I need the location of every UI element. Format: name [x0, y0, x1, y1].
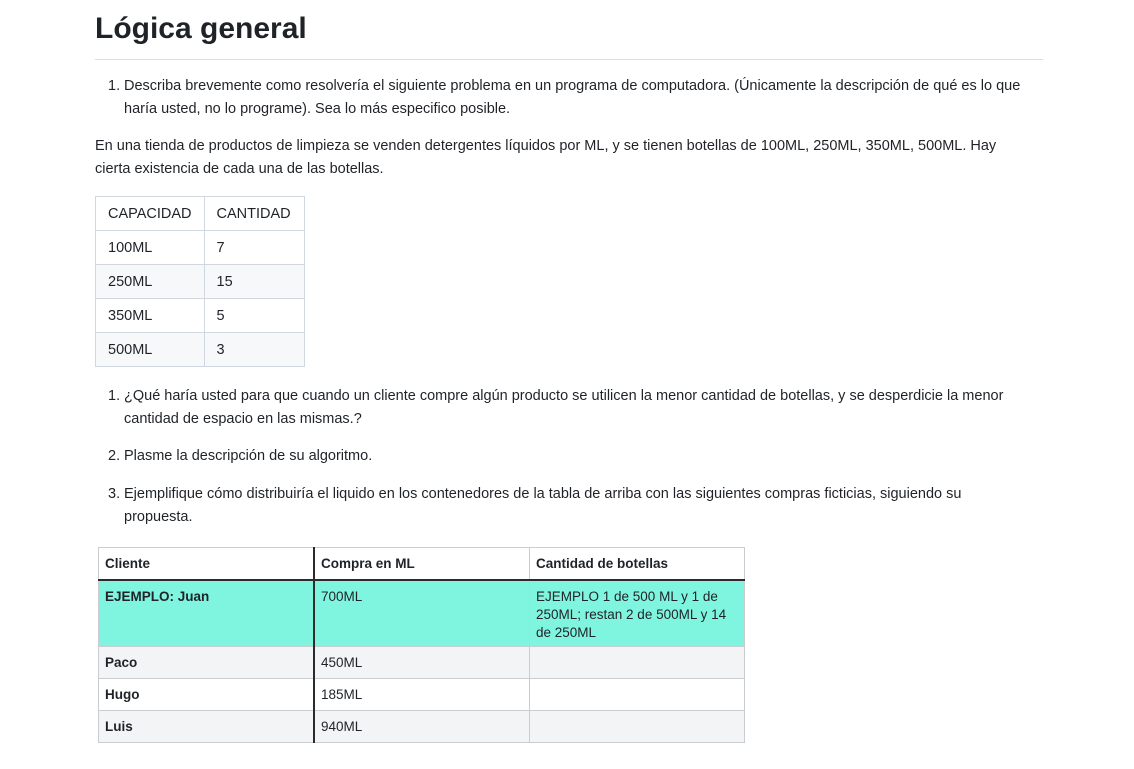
- stock-cell-capacity: 350ML: [95, 298, 205, 333]
- question-text: ¿Qué haría usted para que cuando un clie…: [124, 388, 1004, 427]
- title-divider: [95, 59, 1043, 60]
- question-number: 1.: [108, 388, 121, 404]
- question-number: 3.: [108, 486, 121, 502]
- table-row: Luis 940ML: [98, 710, 745, 743]
- stock-table-header-row: CAPACIDAD CANTIDAD: [95, 196, 305, 231]
- purchase-cell-bottles: EJEMPLO 1 de 500 ML y 1 de 250ML; restan…: [529, 579, 745, 647]
- purchase-table: Cliente Compra en ML Cantidad de botella…: [98, 547, 745, 743]
- question-text: Ejemplifique cómo distribuiría el liquid…: [124, 486, 962, 525]
- stock-cell-capacity: 500ML: [95, 332, 205, 367]
- intro-item-text: Describa brevemente como resolvería el s…: [124, 78, 1021, 117]
- question-item-3: 3. Ejemplifique cómo distribuiría el liq…: [95, 483, 1030, 529]
- stock-cell-quantity: 7: [203, 230, 305, 265]
- stock-header-cantidad: CANTIDAD: [203, 196, 305, 231]
- table-row: 250ML 15: [95, 264, 305, 299]
- question-item-1: 1. ¿Qué haría usted para que cuando un c…: [95, 385, 1030, 431]
- purchase-header-cliente: Cliente: [98, 547, 315, 581]
- purchase-cell-bottles: [529, 678, 745, 711]
- stock-cell-capacity: 250ML: [95, 264, 205, 299]
- purchase-cell-client: EJEMPLO: Juan: [98, 579, 315, 647]
- table-row: Paco 450ML: [98, 646, 745, 679]
- intro-item-number: 1.: [108, 78, 121, 94]
- page-title: Lógica general: [95, 12, 307, 45]
- stock-cell-quantity: 5: [203, 298, 305, 333]
- stock-table: CAPACIDAD CANTIDAD 100ML 7 250ML 15 350M…: [95, 196, 305, 367]
- stock-cell-capacity: 100ML: [95, 230, 205, 265]
- purchase-cell-amount: 450ML: [313, 646, 530, 679]
- purchase-cell-bottles: [529, 710, 745, 743]
- purchase-table-header-row: Cliente Compra en ML Cantidad de botella…: [98, 547, 745, 581]
- intro-list-item: 1. Describa brevemente como resolvería e…: [95, 75, 1030, 121]
- purchase-cell-amount: 185ML: [313, 678, 530, 711]
- table-row: Hugo 185ML: [98, 678, 745, 711]
- stock-cell-quantity: 15: [203, 264, 305, 299]
- purchase-cell-amount: 940ML: [313, 710, 530, 743]
- purchase-header-botellas: Cantidad de botellas: [529, 547, 745, 581]
- table-row: 500ML 3: [95, 332, 305, 367]
- question-item-2: 2. Plasme la descripción de su algoritmo…: [95, 445, 1030, 468]
- document-page: Lógica general 1. Describa brevemente co…: [0, 0, 1134, 769]
- question-number: 2.: [108, 448, 121, 464]
- purchase-cell-client: Hugo: [98, 678, 315, 711]
- table-row: 350ML 5: [95, 298, 305, 333]
- purchase-cell-client: Luis: [98, 710, 315, 743]
- question-text: Plasme la descripción de su algoritmo.: [124, 448, 373, 464]
- purchase-cell-client: Paco: [98, 646, 315, 679]
- example-row: EJEMPLO: Juan 700ML EJEMPLO 1 de 500 ML …: [98, 579, 745, 647]
- purchase-cell-amount: 700ML: [313, 579, 530, 647]
- purchase-cell-bottles: [529, 646, 745, 679]
- stock-cell-quantity: 3: [203, 332, 305, 367]
- problem-paragraph: En una tienda de productos de limpieza s…: [95, 138, 997, 177]
- purchase-header-compra: Compra en ML: [313, 547, 530, 581]
- stock-header-capacidad: CAPACIDAD: [95, 196, 205, 231]
- table-row: 100ML 7: [95, 230, 305, 265]
